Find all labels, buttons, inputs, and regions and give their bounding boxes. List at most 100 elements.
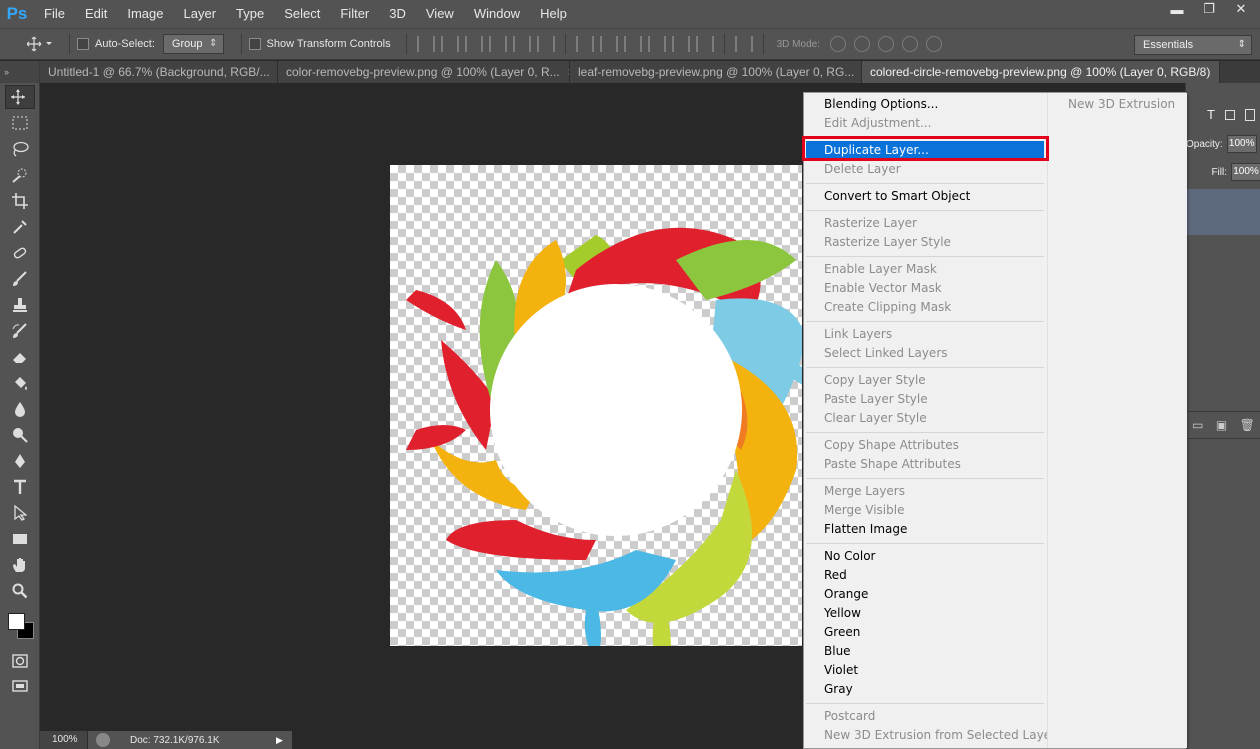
panel-collapse-icon[interactable]: »: [0, 61, 39, 83]
fill-input[interactable]: 100%: [1231, 163, 1260, 181]
menu-item-convert-to-smart-object[interactable]: Convert to Smart Object: [804, 187, 1046, 206]
menu-item-red[interactable]: Red: [804, 566, 1046, 585]
menu-item-no-color[interactable]: No Color: [804, 547, 1046, 566]
distribute-hcenter-icon[interactable]: [671, 36, 690, 52]
3d-scale-icon[interactable]: [925, 36, 942, 52]
menu-image[interactable]: Image: [117, 0, 173, 28]
type-tool-icon[interactable]: [5, 475, 35, 499]
distribute-right-icon[interactable]: [695, 36, 714, 52]
blur-tool-icon[interactable]: [5, 397, 35, 421]
menu-type[interactable]: Type: [226, 0, 274, 28]
align-right-icon[interactable]: [536, 36, 555, 52]
brush-tool-icon[interactable]: [5, 267, 35, 291]
shape-filter-icon[interactable]: [1225, 109, 1235, 120]
workspace-dropdown[interactable]: Essentials: [1134, 35, 1252, 55]
show-transform-checkbox[interactable]: [248, 38, 261, 50]
menu-window[interactable]: Window: [464, 0, 530, 28]
delete-layer-icon[interactable]: 🗑: [1240, 418, 1255, 432]
crop-tool-icon[interactable]: [5, 189, 35, 213]
foreground-color-swatch[interactable]: [7, 613, 25, 630]
path-selection-tool-icon[interactable]: [5, 501, 35, 525]
status-menu-arrow-icon[interactable]: ▶: [276, 735, 292, 746]
menu-view[interactable]: View: [416, 0, 464, 28]
3d-orbit-icon[interactable]: [829, 36, 846, 52]
close-button[interactable]: ✕: [1226, 0, 1256, 18]
menu-item-violet[interactable]: Violet: [804, 661, 1046, 680]
smart-object-filter-icon[interactable]: [1245, 108, 1255, 121]
paint-bucket-tool-icon[interactable]: [5, 371, 35, 395]
menu-item-blue[interactable]: Blue: [804, 642, 1046, 661]
align-top-icon[interactable]: [416, 36, 435, 52]
clone-stamp-tool-icon[interactable]: [5, 293, 35, 317]
color-swatches[interactable]: [5, 611, 35, 641]
tab-untitled-1[interactable]: Untitled-1 @ 66.7% (Background, RGB/... …: [40, 61, 278, 83]
dodge-tool-icon[interactable]: [5, 423, 35, 447]
menu-item-orange[interactable]: Orange: [804, 585, 1046, 604]
distribute-top-icon[interactable]: [575, 36, 594, 52]
menu-item-flatten-image[interactable]: Flatten Image: [804, 520, 1046, 539]
document-canvas[interactable]: [390, 165, 802, 646]
marquee-tool-icon[interactable]: [5, 111, 35, 135]
quick-mask-icon[interactable]: [5, 649, 35, 673]
menu-edit[interactable]: Edit: [75, 0, 117, 28]
align-bottom-icon[interactable]: [464, 36, 483, 52]
3d-mode-label: 3D Mode:: [776, 38, 820, 50]
align-vertical-center-icon[interactable]: [440, 36, 459, 52]
divider: [69, 34, 70, 54]
rectangle-tool-icon[interactable]: [5, 527, 35, 551]
menu-item-blending-options[interactable]: Blending Options...: [804, 95, 1046, 114]
eraser-tool-icon[interactable]: [5, 345, 35, 369]
menu-item-gray[interactable]: Gray: [804, 680, 1046, 699]
3d-pan-icon[interactable]: [877, 36, 894, 52]
eyedropper-tool-icon[interactable]: [5, 215, 35, 239]
tab-colored-circle-removebg[interactable]: colored-circle-removebg-preview.png @ 10…: [862, 61, 1220, 83]
align-horizontal-center-icon[interactable]: [512, 36, 531, 52]
minimize-button[interactable]: ▬: [1162, 0, 1192, 18]
move-tool-preset-icon[interactable]: [18, 30, 62, 58]
tab-color-removebg[interactable]: color-removebg-preview.png @ 100% (Layer…: [278, 61, 570, 83]
new-group-icon[interactable]: ▭: [1192, 418, 1203, 432]
restore-button[interactable]: ❐: [1194, 0, 1224, 18]
menu-file[interactable]: File: [34, 0, 75, 28]
opacity-input[interactable]: 100%: [1226, 135, 1257, 153]
document-size-info: Doc: 732.1K/976.1K: [130, 734, 220, 746]
menu-filter[interactable]: Filter: [330, 0, 379, 28]
menu-item-yellow[interactable]: Yellow: [804, 604, 1046, 623]
distribute-center-icon[interactable]: [599, 36, 618, 52]
auto-select-checkbox[interactable]: [77, 38, 89, 50]
3d-slide-icon[interactable]: [901, 36, 918, 52]
type-filter-icon[interactable]: T: [1207, 107, 1215, 122]
history-brush-tool-icon[interactable]: [5, 319, 35, 343]
3d-roll-icon[interactable]: [853, 36, 870, 52]
close-icon[interactable]: ×: [1218, 61, 1219, 83]
menu-help[interactable]: Help: [530, 0, 577, 28]
menu-item-select-linked-layers: Select Linked Layers: [824, 346, 948, 360]
tab-leaf-removebg[interactable]: leaf-removebg-preview.png @ 100% (Layer …: [570, 61, 862, 83]
pen-tool-icon[interactable]: [5, 449, 35, 473]
hand-tool-icon[interactable]: [5, 553, 35, 577]
tools-panel: »: [0, 61, 40, 749]
auto-select-dropdown[interactable]: Group: [162, 34, 224, 54]
new-layer-icon[interactable]: ▣: [1216, 418, 1227, 432]
distribute-bottom-icon[interactable]: [623, 36, 642, 52]
zoom-tool-icon[interactable]: [5, 579, 35, 603]
divider: [564, 34, 566, 54]
menu-item-green[interactable]: Green: [804, 623, 1046, 642]
selected-layer-row[interactable]: [1186, 189, 1260, 235]
menu-select[interactable]: Select: [274, 0, 330, 28]
align-left-icon[interactable]: [488, 36, 507, 52]
screen-mode-icon[interactable]: [5, 675, 35, 699]
auto-align-icon[interactable]: [734, 36, 753, 52]
status-info-icon[interactable]: [96, 733, 110, 747]
distribute-left-icon[interactable]: [647, 36, 666, 52]
quick-selection-tool-icon[interactable]: [5, 163, 35, 187]
lasso-tool-icon[interactable]: [5, 137, 35, 161]
menu-separator: [806, 256, 1044, 257]
healing-brush-tool-icon[interactable]: [5, 241, 35, 265]
menu-layer[interactable]: Layer: [174, 0, 227, 28]
menu-item-duplicate-layer[interactable]: Duplicate Layer...: [806, 141, 1044, 160]
menu-3d[interactable]: 3D: [379, 0, 416, 28]
move-tool-icon[interactable]: [4, 85, 35, 109]
zoom-level-field[interactable]: 100%: [40, 731, 88, 749]
menu-item-merge-layers: Merge Layers: [824, 484, 905, 498]
